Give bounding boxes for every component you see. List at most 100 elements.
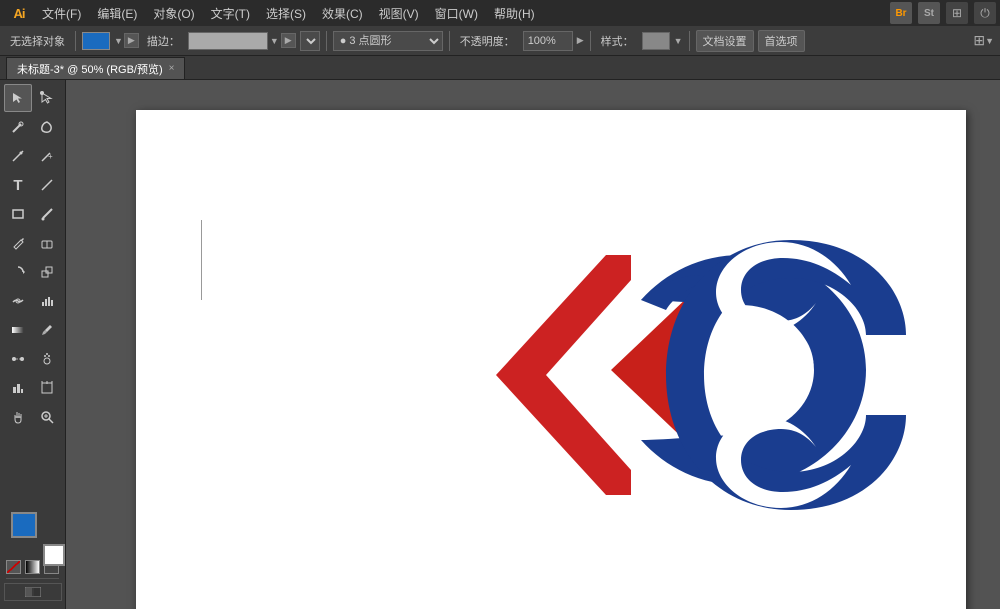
tool-row-5 — [2, 200, 63, 228]
zoom-tool[interactable] — [33, 403, 61, 431]
scale-tool[interactable] — [33, 258, 61, 286]
stroke-group: ▼ ▶ — [188, 32, 296, 50]
ai-logo: Ai — [4, 0, 34, 26]
eraser-tool[interactable] — [33, 229, 61, 257]
stroke-style-select[interactable]: ● 3 点圆形 — [333, 31, 443, 51]
toolbar-fill-color[interactable] — [82, 32, 110, 50]
tool-row-1 — [2, 84, 63, 112]
paintbrush-tool[interactable] — [33, 200, 61, 228]
swatch-area — [11, 512, 55, 556]
stroke-width-select[interactable]: ⬆ ⬇ — [300, 31, 320, 51]
title-right: Br St ⊞ ⏻ — [890, 2, 996, 24]
color-swatches — [2, 504, 63, 605]
warp-tool[interactable] — [4, 287, 32, 315]
menu-edit[interactable]: 编辑(E) — [89, 2, 145, 25]
tool-row-7 — [2, 258, 63, 286]
text-tool-icon: T — [13, 177, 22, 194]
stroke-preview[interactable] — [188, 32, 268, 50]
tab-close-button[interactable]: × — [169, 63, 175, 74]
tab-title: 未标题-3* @ 50% (RGB/预览) — [17, 61, 163, 77]
stroke-arrow-icon: ▼ — [270, 36, 279, 46]
opacity-arrow-icon[interactable]: ▶ — [577, 35, 584, 46]
no-selection-label: 无选择对象 — [6, 33, 69, 49]
tool-row-6 — [2, 229, 63, 257]
menu-window[interactable]: 窗口(W) — [427, 2, 486, 25]
stroke-options-icon[interactable]: ▶ — [281, 33, 296, 48]
doc-settings-button[interactable]: 文档设置 — [696, 30, 754, 52]
eyedropper-tool[interactable] — [33, 316, 61, 344]
screen-mode-btn[interactable] — [4, 583, 62, 601]
artboard — [136, 110, 966, 609]
tool-row-8 — [2, 287, 63, 315]
style-preview[interactable] — [642, 32, 670, 50]
fill-arrow-icon: ▼ — [114, 36, 123, 46]
fill-arrow-group: ▼ ▶ — [114, 33, 139, 48]
path-artifact — [201, 220, 202, 300]
text-tool[interactable]: T — [4, 171, 32, 199]
toolbar-sep-3 — [449, 31, 450, 51]
document-tab[interactable]: 未标题-3* @ 50% (RGB/预览) × — [6, 57, 185, 79]
column-graph-tool[interactable] — [4, 374, 32, 402]
pencil-tool[interactable] — [4, 229, 32, 257]
style-arrow-icon: ▼ — [674, 36, 683, 46]
gradient-swatch[interactable] — [25, 560, 40, 574]
svg-text:+: + — [48, 152, 53, 161]
arrange-view-group: ⊞ ▼ — [973, 32, 994, 49]
tool-row-2 — [2, 113, 63, 141]
menu-bar: 文件(F) 编辑(E) 对象(O) 文字(T) 选择(S) 效果(C) 视图(V… — [34, 2, 890, 25]
lasso-tool[interactable] — [33, 113, 61, 141]
menu-help[interactable]: 帮助(H) — [486, 2, 543, 25]
add-anchor-tool[interactable]: + — [33, 142, 61, 170]
background-color-swatch[interactable] — [43, 544, 65, 566]
line-segment-tool[interactable] — [33, 171, 61, 199]
opacity-input[interactable] — [523, 31, 573, 51]
menu-file[interactable]: 文件(F) — [34, 2, 89, 25]
toolbox-extra — [6, 578, 59, 601]
tool-row-4: T — [2, 171, 63, 199]
blend-tool[interactable] — [4, 345, 32, 373]
menu-object[interactable]: 对象(O) — [145, 2, 202, 25]
none-swatch[interactable] — [6, 560, 21, 574]
fill-options-icon[interactable]: ▶ — [124, 33, 139, 48]
toolbox: + T — [0, 80, 66, 609]
foreground-color-swatch[interactable] — [11, 512, 37, 538]
stroke-label: 描边： — [143, 33, 184, 49]
bar-chart-tool[interactable] — [33, 287, 61, 315]
power-icon[interactable]: ⏻ — [974, 2, 996, 24]
title-bar: Ai 文件(F) 编辑(E) 对象(O) 文字(T) 选择(S) 效果(C) 视… — [0, 0, 1000, 26]
canvas-area — [66, 80, 1000, 609]
menu-text[interactable]: 文字(T) — [203, 2, 258, 25]
tool-row-3: + — [2, 142, 63, 170]
menu-effect[interactable]: 效果(C) — [314, 2, 371, 25]
rect-tool[interactable] — [4, 200, 32, 228]
opacity-label: 不透明度： — [456, 33, 519, 49]
tool-row-10 — [2, 345, 63, 373]
tab-bar: 未标题-3* @ 50% (RGB/预览) × — [0, 56, 1000, 80]
magic-wand-tool[interactable] — [4, 113, 32, 141]
bridge-icon[interactable]: Br — [890, 2, 912, 24]
arrange-arrow-icon: ▼ — [985, 36, 994, 46]
toolbar-sep-4 — [590, 31, 591, 51]
toolbar: 无选择对象 ▼ ▶ 描边： ▼ ▶ ⬆ ⬇ ● 3 点圆形 不透明度： ▶ 样式… — [0, 26, 1000, 56]
arrange-icon[interactable]: ⊞ — [946, 2, 968, 24]
arrange-panels-icon[interactable]: ⊞ — [973, 32, 985, 49]
menu-select[interactable]: 选择(S) — [258, 2, 314, 25]
artboard-tool[interactable] — [33, 374, 61, 402]
hand-tool[interactable] — [4, 403, 32, 431]
menu-view[interactable]: 视图(V) — [371, 2, 427, 25]
tool-row-11 — [2, 374, 63, 402]
gradient-tool[interactable] — [4, 316, 32, 344]
direct-selection-tool[interactable] — [33, 84, 61, 112]
toolbar-sep-1 — [75, 31, 76, 51]
symbol-sprayer-tool[interactable] — [33, 345, 61, 373]
tool-row-12 — [2, 403, 63, 431]
carrefour-logo-svg — [436, 160, 906, 590]
toolbar-sep-2 — [326, 31, 327, 51]
stock-icon[interactable]: St — [918, 2, 940, 24]
pen-tool[interactable] — [4, 142, 32, 170]
toolbar-sep-5 — [689, 31, 690, 51]
preferences-button[interactable]: 首选项 — [758, 30, 805, 52]
style-label: 样式： — [597, 33, 638, 49]
selection-tool[interactable] — [4, 84, 32, 112]
rotate-tool[interactable] — [4, 258, 32, 286]
